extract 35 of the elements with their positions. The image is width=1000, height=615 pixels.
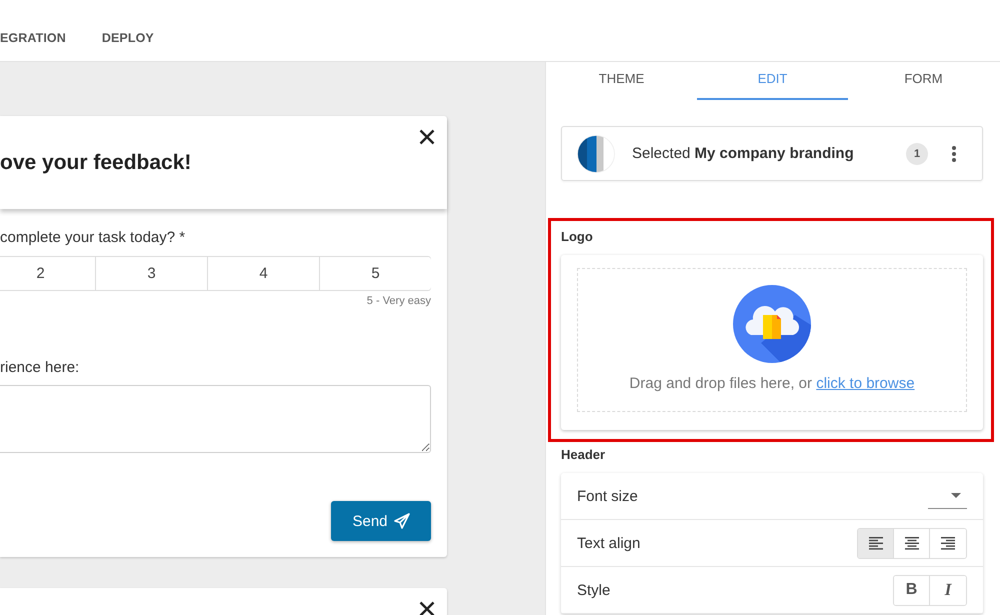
branding-card[interactable]: Selected My company branding 1 — [561, 126, 983, 181]
close-button[interactable] — [419, 601, 435, 615]
close-icon — [419, 129, 435, 145]
comment-label: rience here: — [0, 359, 80, 377]
paper-plane-icon — [394, 513, 410, 529]
setting-label: Text align — [577, 534, 640, 552]
more-button[interactable] — [951, 144, 957, 162]
theme-swatch-icon — [577, 134, 615, 172]
section-label: Logo — [561, 229, 594, 245]
count-badge: 1 — [906, 142, 928, 164]
bold-button[interactable]: B — [894, 576, 930, 604]
panel-tab[interactable]: FORM — [848, 62, 999, 100]
nav-tab[interactable]: EGRATION — [0, 30, 66, 44]
section-label: Header — [561, 447, 606, 463]
kebab-icon — [951, 144, 957, 162]
survey-title: ove your feedback! — [0, 150, 192, 174]
align-left-icon — [868, 536, 882, 550]
nav-tab[interactable]: DEPLOY — [102, 30, 154, 44]
caret-icon — [951, 493, 961, 498]
align-right-icon — [941, 536, 955, 550]
panel-tab[interactable]: THEME — [546, 62, 697, 100]
align-center-icon — [904, 536, 918, 550]
close-icon — [419, 601, 435, 615]
align-button[interactable] — [858, 528, 894, 558]
rating-option[interactable]: 2 — [0, 257, 96, 290]
setting-label: Style — [577, 582, 610, 598]
question-text: complete your task today? * — [0, 229, 186, 247]
branding-text: Selected My company branding — [632, 145, 855, 162]
rating-hint: 5 - Very easy — [366, 295, 431, 308]
send-button[interactable]: Send — [331, 501, 431, 541]
close-button[interactable] — [419, 129, 435, 145]
drop-zone[interactable]: Drag and drop files here, or click to browse — [577, 268, 967, 412]
upload-instructions: Drag and drop files here, or click to browse — [629, 375, 915, 393]
setting-label: Font size — [577, 488, 638, 504]
cloud-upload-icon — [733, 285, 811, 363]
